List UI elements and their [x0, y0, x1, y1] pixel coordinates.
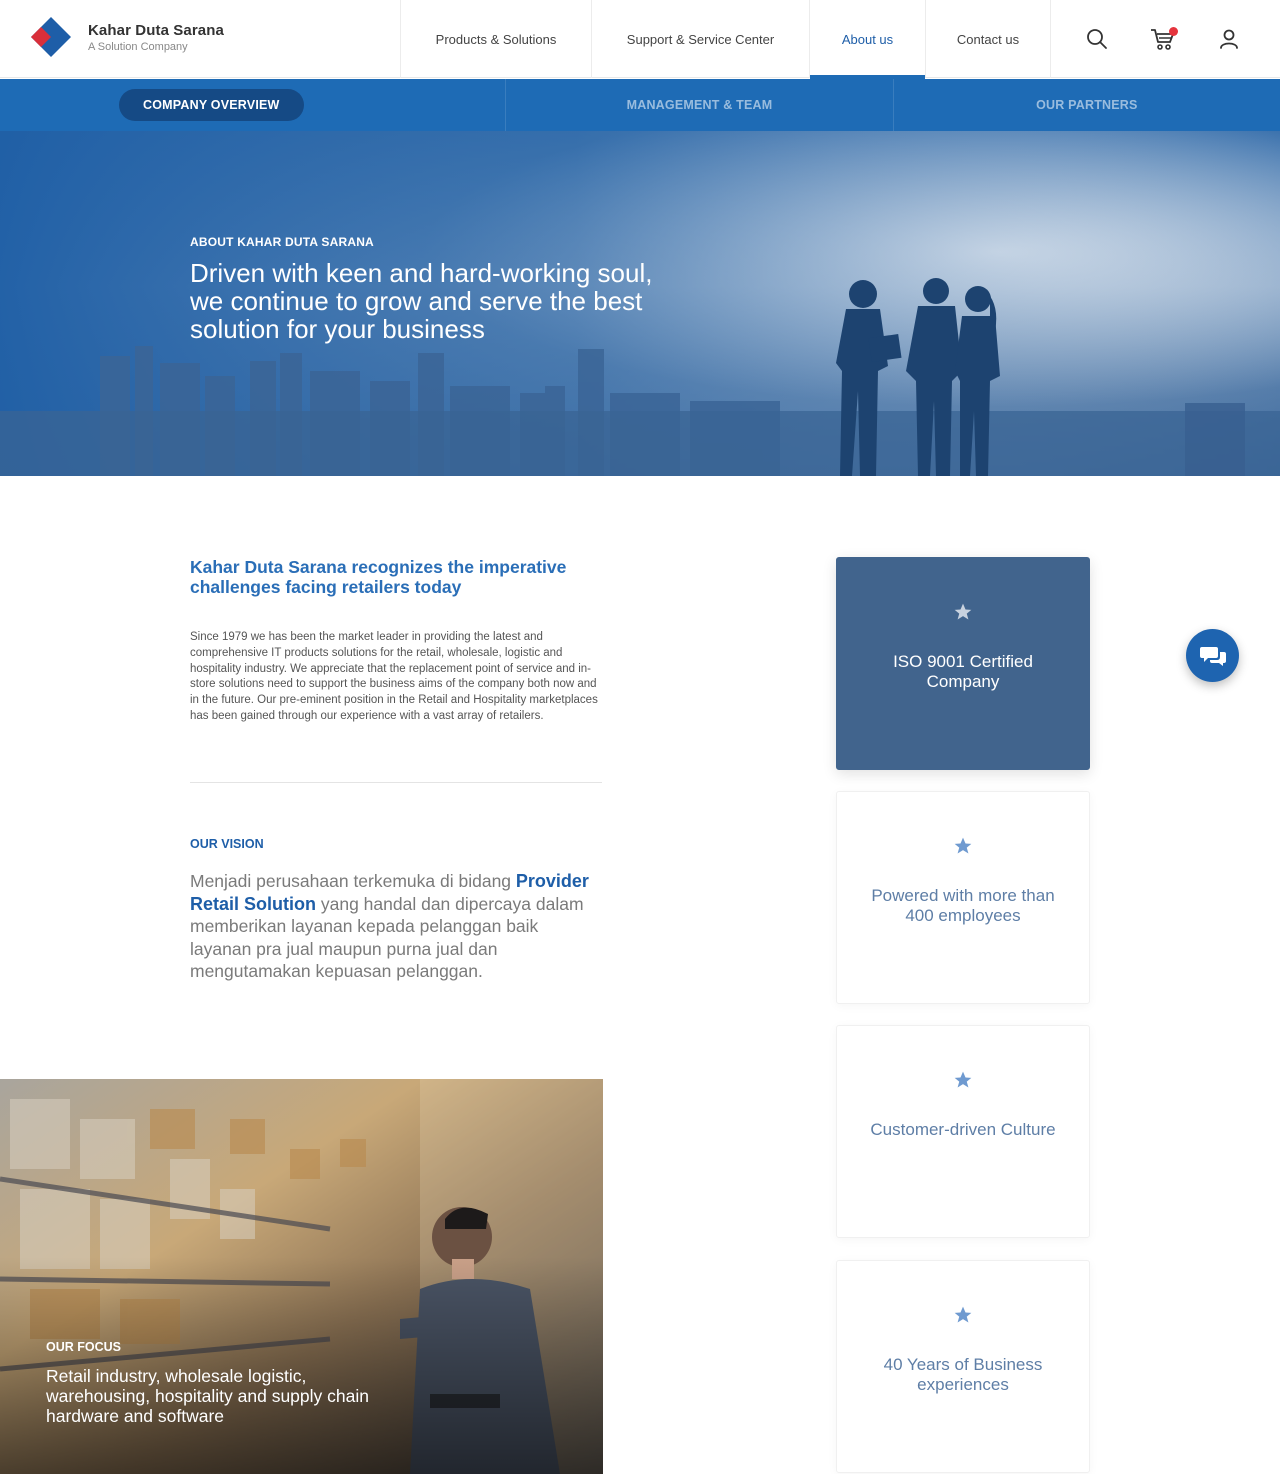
focus-text: Retail industry, wholesale logistic, war…	[46, 1366, 369, 1426]
chat-button[interactable]	[1186, 629, 1239, 682]
star-icon	[837, 1070, 1089, 1090]
star-icon	[837, 602, 1089, 622]
section-divider	[190, 782, 602, 783]
vision-text-before: Menjadi perusahaan terkemuka di bidang	[190, 871, 516, 891]
tab-company-overview[interactable]: COMPANY OVERVIEW	[0, 79, 505, 131]
intro-body: Since 1979 we has been the market leader…	[190, 631, 598, 722]
user-icon[interactable]	[1196, 0, 1262, 78]
star-icon	[837, 836, 1089, 856]
cart-icon[interactable]	[1130, 0, 1196, 78]
tab-our-partners[interactable]: OUR PARTNERS	[892, 79, 1280, 131]
nav-support-service-center[interactable]: Support & Service Center	[591, 0, 809, 78]
focus-label: OUR FOCUS	[46, 1340, 121, 1354]
focus-image-panel: OUR FOCUS Retail industry, wholesale log…	[0, 1079, 603, 1474]
hero-banner: ABOUT KAHAR DUTA SARANA Driven with keen…	[0, 131, 1280, 476]
cart-badge	[1169, 27, 1178, 36]
about-subnav: COMPANY OVERVIEW MANAGEMENT & TEAM OUR P…	[0, 79, 1280, 131]
nav-contact-us[interactable]: Contact us	[925, 0, 1051, 78]
feature-card-years: 40 Years of Business experiences	[836, 1260, 1090, 1473]
nav-about-us[interactable]: About us	[809, 0, 925, 79]
tab-company-overview-label: COMPANY OVERVIEW	[119, 89, 304, 121]
vision-text: Menjadi perusahaan terkemuka di bidang P…	[190, 870, 602, 983]
site-header: Kahar Duta Sarana A Solution Company Pro…	[0, 0, 1280, 79]
tab-management-team[interactable]: MANAGEMENT & TEAM	[505, 79, 892, 131]
hero-title: Driven with keen and hard-working soul, …	[190, 258, 653, 344]
header-actions	[1064, 0, 1262, 78]
feature-label: Customer-driven Culture	[870, 1120, 1056, 1139]
intro-title: Kahar Duta Sarana recognizes the imperat…	[190, 557, 567, 597]
brand-logo[interactable]: Kahar Duta Sarana A Solution Company	[30, 16, 224, 58]
feature-label: Powered with more than 400 employees	[871, 886, 1055, 925]
main-nav: Products & Solutions Support & Service C…	[400, 0, 1051, 79]
feature-label: ISO 9001 Certified Company	[893, 652, 1033, 691]
logo-mark-icon	[30, 16, 72, 58]
feature-card-employees: Powered with more than 400 employees	[836, 791, 1090, 1004]
hero-eyebrow: ABOUT KAHAR DUTA SARANA	[190, 235, 374, 249]
chat-bubbles-icon	[1199, 646, 1226, 666]
search-icon[interactable]	[1064, 0, 1130, 78]
nav-products-solutions[interactable]: Products & Solutions	[400, 0, 591, 78]
brand-name: Kahar Duta Sarana	[88, 21, 224, 39]
vision-label: OUR VISION	[190, 837, 264, 851]
brand-tagline: A Solution Company	[88, 40, 188, 53]
star-icon	[837, 1305, 1089, 1325]
feature-label: 40 Years of Business experiences	[883, 1355, 1043, 1394]
feature-card-culture: Customer-driven Culture	[836, 1025, 1090, 1238]
feature-card-iso: ISO 9001 Certified Company	[836, 557, 1090, 770]
